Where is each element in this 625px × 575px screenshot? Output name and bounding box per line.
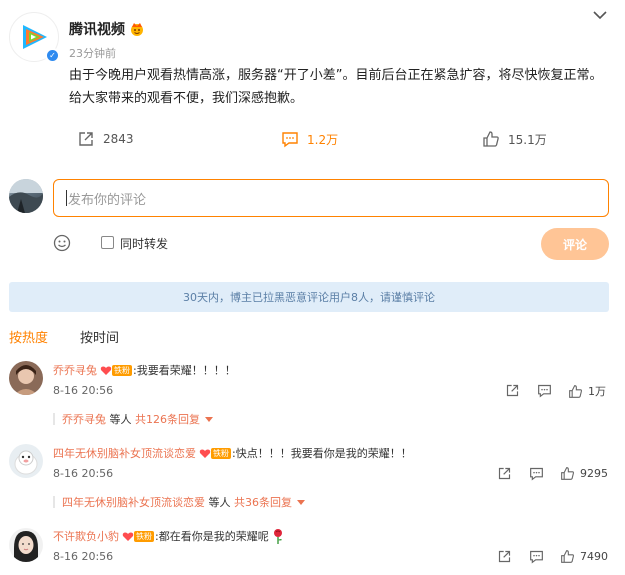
tencent-video-logo (23, 25, 47, 49)
avatar-photo (9, 179, 43, 213)
verified-badge-icon: ✓ (45, 48, 60, 63)
reply-icon[interactable] (529, 466, 544, 481)
comment-like-button[interactable]: 7490 (560, 549, 608, 564)
comment-like-count: 9295 (580, 467, 608, 480)
repost-checkbox[interactable] (101, 236, 114, 249)
reply-user-name: 乔乔寻兔 (62, 413, 106, 426)
comment-like-button[interactable]: 9295 (560, 466, 608, 481)
sort-by-time-tab[interactable]: 按时间 (80, 327, 119, 346)
fan-tag: 铁粉 (112, 364, 132, 376)
commenter-avatar[interactable] (9, 444, 43, 478)
commenter-name[interactable]: 四年无休别脑补女顶流谈恋爱 (53, 445, 196, 461)
text-caret (66, 190, 67, 206)
commenter-name[interactable]: 不许欺负小豹 (53, 528, 119, 544)
expand-caret-icon (205, 416, 213, 422)
author-name[interactable]: 腾讯视频 (69, 22, 125, 38)
repost-checkbox-label[interactable]: 同时转发 (120, 235, 168, 252)
post-timestamp[interactable]: 23分钟前 (69, 45, 116, 61)
like-button[interactable]: 15.1万 (482, 128, 547, 150)
fan-tag: 铁粉 (134, 530, 154, 542)
heart-crown-icon (199, 449, 211, 458)
rose-emoji-icon (273, 529, 282, 544)
heart-crown-icon (100, 366, 112, 375)
reply-count: 共126条回复 (135, 413, 200, 426)
blocklist-notice: 30天内，博主已拉黑恶意评论用户8人，请谨慎评论 (9, 282, 609, 312)
comment-like-count: 1万 (588, 385, 606, 398)
share-icon[interactable] (497, 549, 512, 564)
comment-text: 不许欺负小豹 铁粉 :都在看你是我的荣耀呢 (53, 528, 285, 544)
reply-connector: 等人 (106, 413, 135, 426)
fan-tag: 铁粉 (211, 447, 231, 459)
my-avatar[interactable] (9, 179, 43, 213)
thumbs-up-icon (561, 467, 574, 480)
submit-comment-button[interactable]: 评论 (541, 228, 609, 260)
replies-summary[interactable]: 四年无休别脑补女顶流谈恋爱 等人 共36条回复 (53, 494, 305, 510)
reply-user-name: 四年无休别脑补女顶流谈恋爱 (62, 496, 205, 509)
comment-input[interactable]: 发布你的评论 (53, 179, 609, 217)
comment-button[interactable]: 1.2万 (281, 128, 338, 150)
commenter-name[interactable]: 乔乔寻兔 (53, 362, 97, 378)
avatar-photo (9, 361, 43, 395)
avatar-photo (9, 444, 43, 478)
share-icon[interactable] (505, 383, 520, 398)
avatar-photo (9, 528, 43, 562)
sort-by-hot-tab[interactable]: 按热度 (9, 327, 48, 346)
comment-count: 1.2万 (307, 132, 339, 147)
fan-badge: 铁粉 (100, 364, 132, 376)
fan-badge: 铁粉 (122, 530, 154, 542)
reply-divider (53, 413, 55, 425)
comment-timestamp: 8-16 20:56 (53, 467, 114, 480)
replies-summary[interactable]: 乔乔寻兔 等人 共126条回复 (53, 411, 213, 427)
comment-body: :快点！！！我要看你是我的荣耀！！ (232, 447, 412, 460)
comment-body: :都在看你是我的荣耀呢 (155, 530, 269, 543)
comment-icon (282, 132, 298, 148)
repost-icon (79, 132, 93, 146)
chevron-down-icon[interactable] (591, 8, 609, 22)
expand-caret-icon (297, 499, 305, 505)
emoji-icon[interactable] (53, 234, 71, 252)
repost-button[interactable]: 2843 (77, 128, 134, 150)
reply-icon[interactable] (537, 383, 552, 398)
post-body: 由于今晚用户观看热情高涨，服务器“开了小差”。目前后台正在紧急扩容，将尽快恢复正… (69, 68, 603, 106)
heart-crown-icon (122, 532, 134, 541)
commenter-avatar[interactable] (9, 361, 43, 395)
comment-text: 四年无休别脑补女顶流谈恋爱 铁粉 :快点！！！我要看你是我的荣耀！！ (53, 445, 412, 461)
reply-count: 共36条回复 (234, 496, 292, 509)
share-icon[interactable] (497, 466, 512, 481)
fan-badge: 铁粉 (199, 447, 231, 459)
thumbs-up-icon (561, 550, 574, 563)
reply-icon[interactable] (529, 549, 544, 564)
reply-divider (53, 496, 55, 508)
reply-connector: 等人 (205, 496, 234, 509)
comment-like-count: 7490 (580, 550, 608, 563)
repost-count: 2843 (103, 132, 134, 146)
crown-emoji-icon (131, 23, 143, 36)
commenter-avatar[interactable] (9, 528, 43, 562)
comment-text: 乔乔寻兔 铁粉 :我要看荣耀！！！！ (53, 362, 236, 378)
comment-body: :我要看荣耀！！！！ (133, 364, 236, 377)
thumbs-up-icon (483, 131, 499, 147)
comment-like-button[interactable]: 1万 (568, 383, 606, 399)
comment-input-placeholder: 发布你的评论 (68, 192, 147, 208)
like-count: 15.1万 (508, 132, 547, 147)
thumbs-up-icon (569, 384, 582, 398)
comment-timestamp: 8-16 20:56 (53, 550, 114, 563)
comment-timestamp: 8-16 20:56 (53, 384, 114, 397)
